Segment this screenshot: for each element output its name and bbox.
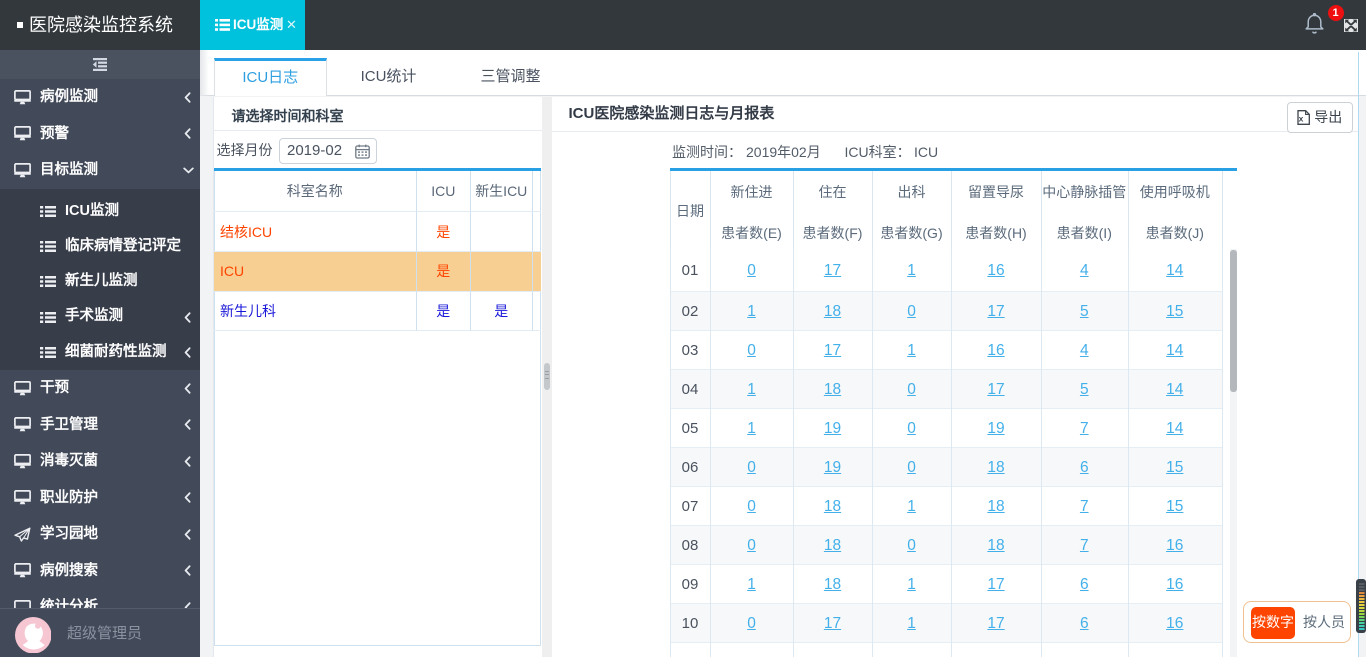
svg-text:x: x	[1299, 113, 1304, 123]
